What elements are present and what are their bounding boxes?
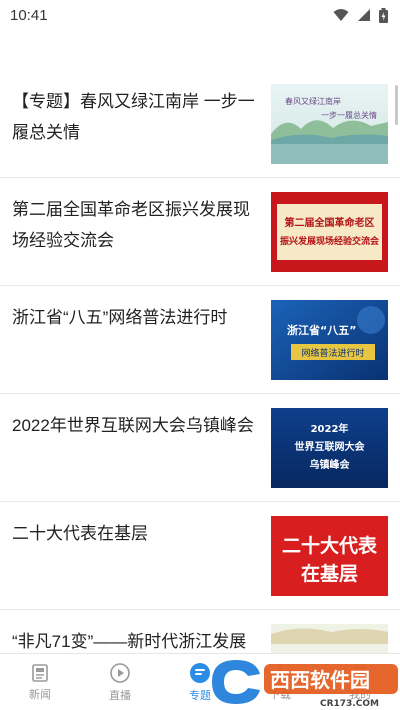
item-thumbnail: 二十大代表 在基层: [271, 516, 388, 596]
list-item[interactable]: 第二届全国革命老区振兴发展现场经验交流会 第二届全国革命老区 振兴发展现场经验交…: [0, 178, 400, 286]
svg-text:CR173.COM: CR173.COM: [320, 699, 379, 709]
tab-live[interactable]: 直播: [80, 654, 160, 710]
item-title: 第二届全国革命老区振兴发展现场经验交流会: [12, 200, 250, 250]
item-title: “非凡71变”——新时代浙江发展: [12, 632, 247, 651]
thumb-text: 第二届全国革命老区: [285, 216, 375, 229]
wifi-icon: [333, 9, 349, 21]
item-title: 2022年世界互联网大会乌镇峰会: [12, 416, 254, 435]
status-time: 10:41: [10, 6, 48, 24]
item-thumbnail: 2022年 世界互联网大会 乌镇峰会: [271, 408, 388, 488]
list-item[interactable]: 浙江省“八五”网络普法进行时 浙江省“八五” 网络普法进行时: [0, 286, 400, 394]
item-title: 二十大代表在基层: [12, 524, 148, 543]
thumb-text: 振兴发展现场经验交流会: [280, 235, 380, 247]
item-thumbnail: 第二届全国革命老区 振兴发展现场经验交流会: [271, 192, 388, 272]
watermark-logo: 西西软件园 CR173.COM: [208, 654, 400, 710]
thumb-text: 春风又绿江南岸: [285, 96, 341, 106]
thumb-text: 世界互联网大会: [295, 440, 365, 453]
tab-label: 新闻: [29, 688, 51, 701]
item-thumbnail: [271, 624, 388, 653]
list-item[interactable]: 二十大代表在基层 二十大代表 在基层: [0, 502, 400, 610]
item-thumbnail: 浙江省“八五” 网络普法进行时: [271, 300, 388, 380]
svg-text:西西软件园: 西西软件园: [270, 668, 370, 692]
item-title: 浙江省“八五”网络普法进行时: [12, 308, 228, 327]
thumb-text: 在基层: [301, 562, 358, 585]
news-icon: [32, 663, 48, 682]
list-item[interactable]: 2022年世界互联网大会乌镇峰会 2022年 世界互联网大会 乌镇峰会: [0, 394, 400, 502]
battery-icon: [379, 7, 388, 23]
status-bar: 10:41: [0, 0, 400, 30]
item-title: 【专题】春风又绿江南岸 一步一履总关情: [12, 92, 255, 142]
thumb-text: 二十大代表: [282, 534, 378, 557]
thumb-text: 网络普法进行时: [301, 347, 364, 359]
thumb-text: 乌镇峰会: [310, 458, 350, 471]
thumb-text: 2022年: [311, 422, 349, 435]
thumb-text: 浙江省“八五”: [287, 323, 356, 337]
topic-feed[interactable]: 【专题】春风又绿江南岸 一步一履总关情 春风又绿江南岸 一步一履总关情 第二届全…: [0, 70, 400, 653]
status-icons: [333, 7, 388, 23]
thumb-text: 一步一履总关情: [321, 110, 377, 120]
item-thumbnail: 春风又绿江南岸 一步一履总关情: [271, 84, 388, 164]
signal-icon: [358, 9, 370, 21]
scrollbar[interactable]: [395, 85, 398, 125]
tab-label: 直播: [109, 689, 131, 702]
tab-news[interactable]: 新闻: [0, 654, 80, 710]
list-item[interactable]: 【专题】春风又绿江南岸 一步一履总关情 春风又绿江南岸 一步一履总关情: [0, 70, 400, 178]
play-icon: [110, 662, 130, 683]
list-item[interactable]: “非凡71变”——新时代浙江发展: [0, 610, 400, 653]
